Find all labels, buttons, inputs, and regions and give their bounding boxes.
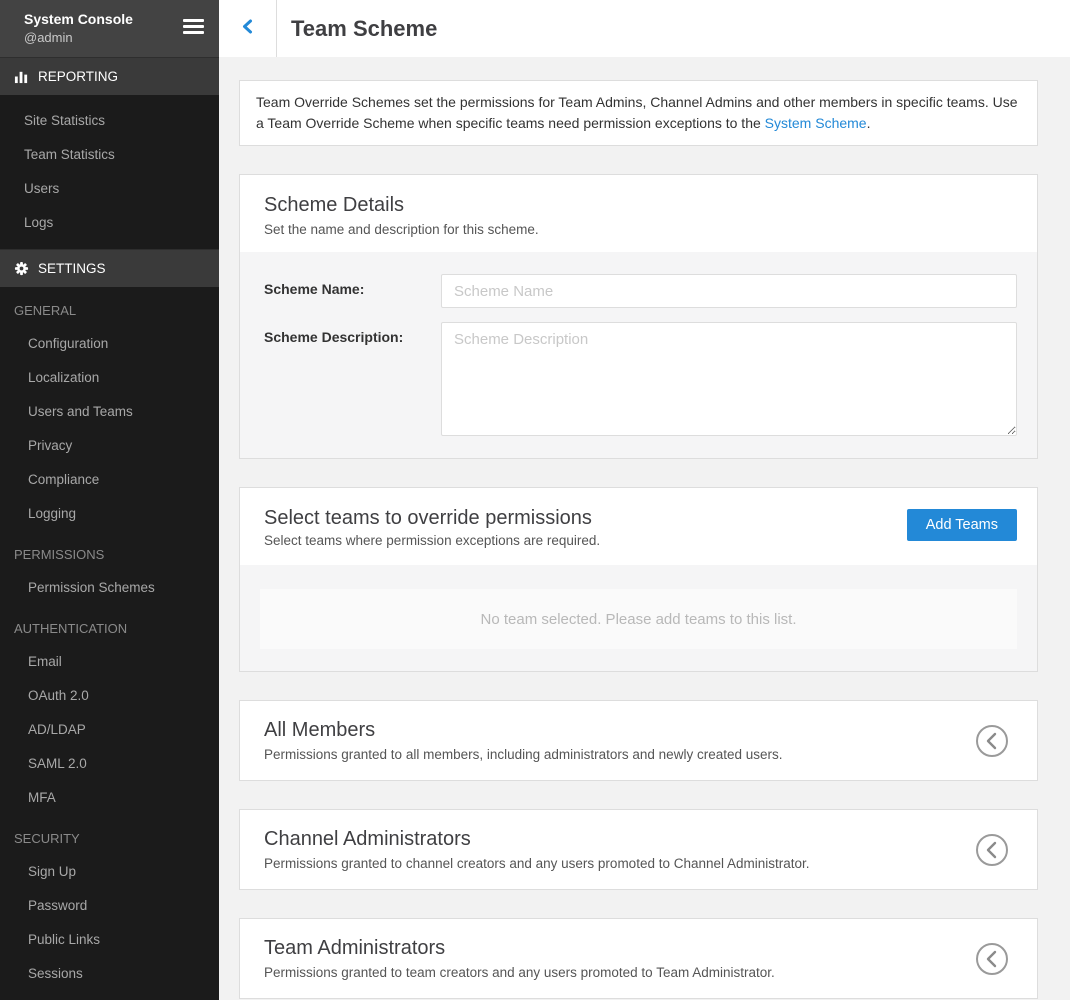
sidebar-item-users[interactable]: Users (0, 172, 219, 206)
console-title: System Console (24, 10, 203, 29)
info-banner: Team Override Schemes set the permission… (239, 80, 1038, 146)
group-header-general: GENERAL (0, 295, 219, 327)
team-admins-subtitle: Permissions granted to team creators and… (264, 963, 947, 982)
team-admins-expand-button[interactable] (975, 942, 1009, 976)
sidebar-item-adldap[interactable]: AD/LDAP (0, 713, 219, 747)
all-members-title: All Members (264, 717, 947, 743)
sidebar-item-users-and-teams[interactable]: Users and Teams (0, 395, 219, 429)
sidebar-group-permissions: PERMISSIONS Permission Schemes (0, 539, 219, 605)
page-header: Team Scheme (219, 0, 1070, 57)
select-teams-body: No team selected. Please add teams to th… (240, 565, 1037, 671)
scheme-name-row: Scheme Name: (264, 274, 1017, 308)
sidebar-section-settings[interactable]: SETTINGS (0, 249, 219, 287)
channel-admins-panel: Channel Administrators Permissions grant… (239, 809, 1038, 890)
group-header-security: SECURITY (0, 823, 219, 855)
reporting-items: Site Statistics Team Statistics Users Lo… (0, 95, 219, 249)
scheme-details-header: Scheme Details Set the name and descript… (240, 175, 1037, 252)
sidebar-item-saml[interactable]: SAML 2.0 (0, 747, 219, 781)
sidebar-group-general: GENERAL Configuration Localization Users… (0, 295, 219, 531)
sidebar-section-reporting[interactable]: REPORTING (0, 57, 219, 95)
app-window: System Console @admin REPORTING Site Sta… (0, 0, 1070, 1000)
chevron-circle-icon (975, 964, 1009, 979)
sidebar-item-localization[interactable]: Localization (0, 361, 219, 395)
sidebar-item-connections[interactable]: Connections (0, 991, 219, 1000)
sidebar-header: System Console @admin (0, 0, 219, 57)
sidebar-group-authentication: AUTHENTICATION Email OAuth 2.0 AD/LDAP S… (0, 613, 219, 815)
hamburger-menu-icon[interactable] (183, 19, 204, 37)
sidebar-item-site-statistics[interactable]: Site Statistics (0, 104, 219, 138)
gear-icon (14, 261, 29, 276)
select-teams-title: Select teams to override permissions (264, 505, 600, 531)
banner-text: Team Override Schemes set the permission… (256, 94, 1018, 131)
back-button[interactable] (219, 0, 277, 57)
sidebar-group-security: SECURITY Sign Up Password Public Links S… (0, 823, 219, 1000)
admin-username: @admin (24, 29, 203, 47)
sidebar-item-configuration[interactable]: Configuration (0, 327, 219, 361)
scheme-name-input[interactable] (441, 274, 1017, 308)
scheme-name-label: Scheme Name: (264, 274, 441, 308)
sidebar-item-logs[interactable]: Logs (0, 206, 219, 240)
sidebar-item-email[interactable]: Email (0, 645, 219, 679)
group-header-authentication: AUTHENTICATION (0, 613, 219, 645)
sidebar-item-public-links[interactable]: Public Links (0, 923, 219, 957)
main-area: Team Scheme Team Override Schemes set th… (219, 0, 1070, 1000)
group-header-permissions: PERMISSIONS (0, 539, 219, 571)
sidebar-item-mfa[interactable]: MFA (0, 781, 219, 815)
all-members-expand-button[interactable] (975, 724, 1009, 758)
sidebar-item-password[interactable]: Password (0, 889, 219, 923)
sidebar-item-sessions[interactable]: Sessions (0, 957, 219, 991)
select-teams-subtitle: Select teams where permission exceptions… (264, 531, 600, 550)
select-teams-header: Select teams to override permissions Sel… (240, 488, 1037, 565)
chevron-left-icon (241, 18, 254, 40)
sidebar-item-compliance[interactable]: Compliance (0, 463, 219, 497)
admin-sidebar: System Console @admin REPORTING Site Sta… (0, 0, 219, 1000)
no-teams-empty-state: No team selected. Please add teams to th… (260, 589, 1017, 649)
page-title: Team Scheme (277, 16, 437, 42)
add-teams-button[interactable]: Add Teams (907, 509, 1017, 541)
scheme-description-label: Scheme Description: (264, 322, 441, 436)
system-scheme-link[interactable]: System Scheme (765, 115, 867, 131)
sidebar-section-label: SETTINGS (38, 261, 106, 276)
scheme-description-textarea[interactable] (441, 322, 1017, 436)
bar-chart-icon (14, 69, 29, 84)
sidebar-section-label: REPORTING (38, 69, 118, 84)
scheme-details-panel: Scheme Details Set the name and descript… (239, 174, 1038, 459)
page-content: Team Override Schemes set the permission… (219, 57, 1070, 1000)
sidebar-item-sign-up[interactable]: Sign Up (0, 855, 219, 889)
sidebar-item-permission-schemes[interactable]: Permission Schemes (0, 571, 219, 605)
scheme-details-form: Scheme Name: Scheme Description: (240, 252, 1037, 458)
channel-admins-subtitle: Permissions granted to channel creators … (264, 854, 947, 873)
sidebar-item-privacy[interactable]: Privacy (0, 429, 219, 463)
chevron-circle-icon (975, 746, 1009, 761)
channel-admins-title: Channel Administrators (264, 826, 947, 852)
banner-text-end: . (867, 115, 871, 131)
sidebar-item-team-statistics[interactable]: Team Statistics (0, 138, 219, 172)
team-admins-title: Team Administrators (264, 935, 947, 961)
all-members-subtitle: Permissions granted to all members, incl… (264, 745, 947, 764)
all-members-panel: All Members Permissions granted to all m… (239, 700, 1038, 781)
scheme-details-subtitle: Set the name and description for this sc… (264, 220, 1013, 239)
chevron-circle-icon (975, 855, 1009, 870)
scheme-description-row: Scheme Description: (264, 322, 1017, 436)
scheme-details-title: Scheme Details (264, 192, 1013, 218)
channel-admins-expand-button[interactable] (975, 833, 1009, 867)
sidebar-item-oauth[interactable]: OAuth 2.0 (0, 679, 219, 713)
sidebar-item-logging[interactable]: Logging (0, 497, 219, 531)
team-admins-panel: Team Administrators Permissions granted … (239, 918, 1038, 999)
select-teams-panel: Select teams to override permissions Sel… (239, 487, 1038, 672)
